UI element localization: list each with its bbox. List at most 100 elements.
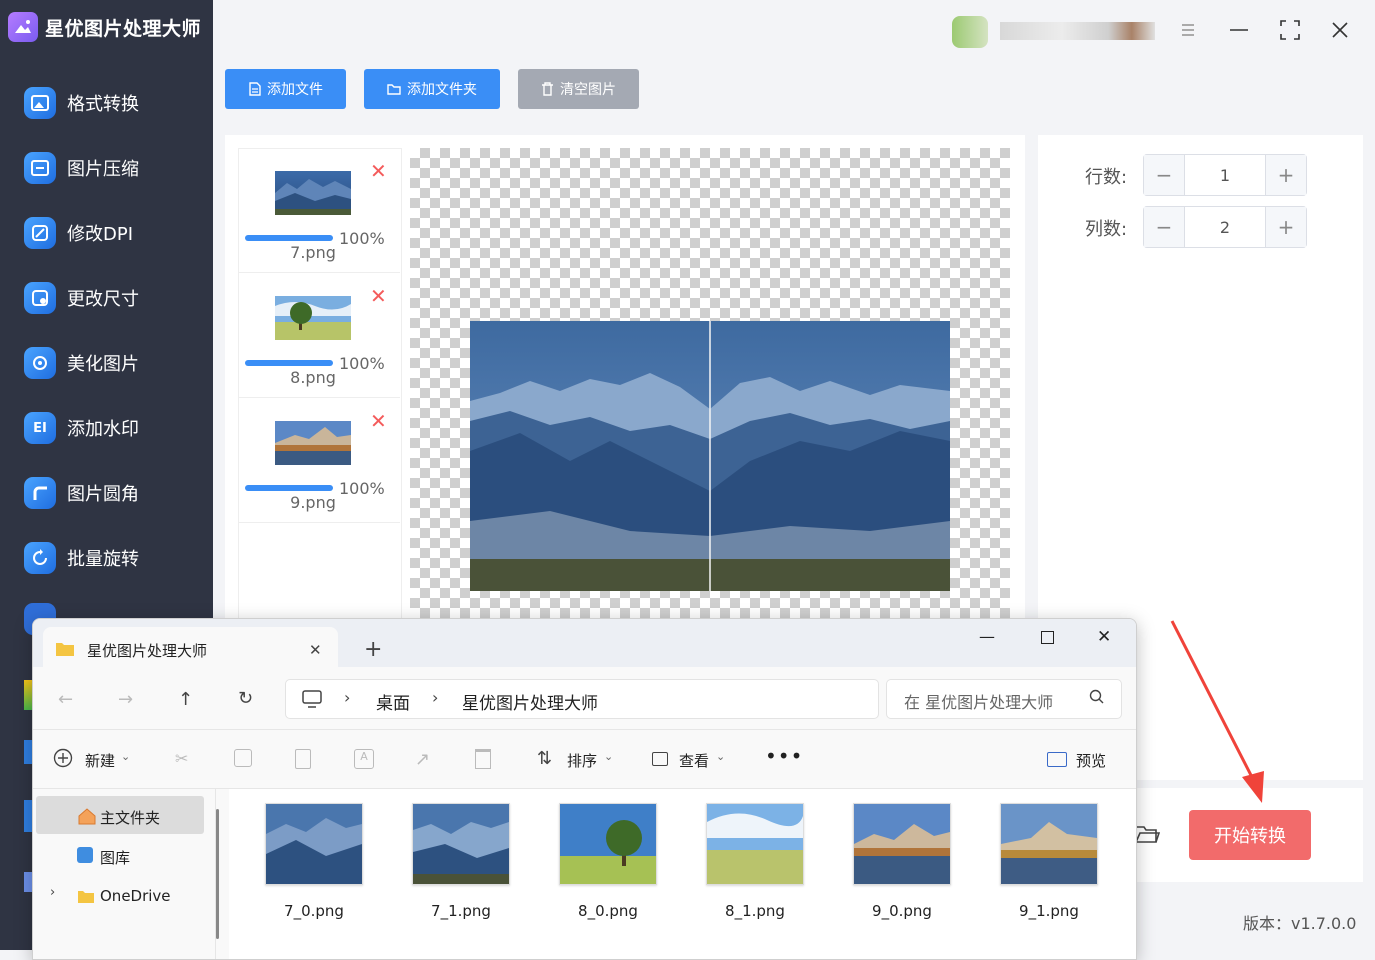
tab-close-icon[interactable]: ✕	[309, 641, 322, 659]
clear-images-button[interactable]: 清空图片	[518, 69, 639, 109]
refresh-icon[interactable]: ↻	[238, 688, 253, 709]
file-tile[interactable]: 9_1.png	[1000, 803, 1098, 920]
rows-increment-button[interactable]: +	[1266, 155, 1306, 195]
command-bar: 新建 ⌄ ✂ A ↗ ⇅ 排序 ⌄ 查看 ⌄ ••• 预览	[33, 729, 1136, 789]
round-corner-icon	[24, 477, 56, 509]
file-name: 7.png	[290, 243, 336, 262]
file-list-item[interactable]: ✕ 100% 7.png	[238, 149, 400, 273]
file-list-item[interactable]: ✕ 100% 8.png	[238, 274, 400, 398]
more-icon[interactable]: •••	[765, 744, 803, 768]
file-tile-name: 7_1.png	[431, 902, 491, 920]
chevron-right-icon[interactable]: ›	[50, 885, 55, 900]
file-list-item[interactable]: ✕ 100% 9.png	[238, 399, 400, 523]
minimize-icon[interactable]	[1227, 18, 1251, 42]
file-tile[interactable]: 9_0.png	[853, 803, 951, 920]
file-name: 8.png	[290, 368, 336, 387]
sidebar-item-watermark[interactable]: EI 添加水印	[24, 408, 139, 448]
app-title: 星优图片处理大师	[45, 17, 202, 40]
dpi-icon	[24, 217, 56, 249]
delete-icon[interactable]	[475, 749, 491, 769]
preview-button[interactable]: 预览	[1076, 750, 1106, 771]
home-icon	[77, 807, 97, 829]
sidebar-item-label: 修改DPI	[67, 224, 134, 245]
file-thumbnail	[706, 803, 804, 885]
gallery-icon	[77, 847, 93, 863]
rename-icon[interactable]: A	[354, 749, 374, 769]
search-input[interactable]: 在 星优图片处理大师	[886, 679, 1122, 719]
folder-icon	[77, 889, 95, 908]
rows-value[interactable]: 1	[1184, 155, 1266, 195]
remove-file-icon[interactable]: ✕	[370, 161, 387, 181]
close-icon[interactable]	[1328, 18, 1352, 42]
folder-icon	[387, 84, 401, 95]
explorer-close-icon[interactable]: ✕	[1097, 627, 1111, 647]
breadcrumb-desktop[interactable]: 桌面	[376, 689, 410, 714]
copy-icon[interactable]	[234, 749, 252, 767]
file-tile[interactable]: 8_1.png	[706, 803, 804, 920]
sidebar-item-dpi[interactable]: 修改DPI	[24, 213, 133, 253]
back-arrow-icon[interactable]: ←	[58, 689, 73, 710]
breadcrumb-folder[interactable]: 星优图片处理大师	[462, 689, 598, 714]
sidebar-item-round-corner[interactable]: 图片圆角	[24, 473, 139, 513]
sidebar-item-beautify[interactable]: 美化图片	[24, 343, 139, 383]
rows-label: 行数:	[1085, 167, 1128, 188]
sidebar-item-label: 格式转换	[67, 94, 139, 115]
sort-button[interactable]: 排序	[567, 750, 597, 771]
sort-icon: ⇅	[537, 748, 553, 769]
sidebar-item-rotate[interactable]: 批量旋转	[24, 538, 139, 578]
rotate-icon	[24, 542, 56, 574]
paste-icon[interactable]	[295, 749, 311, 769]
file-thumbnail	[853, 803, 951, 885]
file-tile[interactable]: 7_1.png	[412, 803, 510, 920]
version-label: 版本：v1.7.0.0	[1243, 914, 1357, 933]
cols-value[interactable]: 2	[1184, 207, 1266, 247]
file-tile[interactable]: 8_0.png	[559, 803, 657, 920]
sidebar-item-label: 美化图片	[67, 354, 139, 375]
start-convert-button[interactable]: 开始转换	[1189, 810, 1311, 860]
folder-icon	[55, 641, 75, 661]
add-folder-label: 添加文件夹	[407, 82, 477, 98]
remove-file-icon[interactable]: ✕	[370, 411, 387, 431]
progress-bar	[245, 360, 333, 366]
remove-file-icon[interactable]: ✕	[370, 286, 387, 306]
file-thumbnail	[265, 803, 363, 885]
forward-arrow-icon[interactable]: →	[118, 689, 133, 710]
nav-item-gallery[interactable]: 图库	[100, 847, 130, 868]
sidebar-item-label: 图片压缩	[67, 159, 139, 180]
nav-scrollbar[interactable]	[216, 809, 219, 939]
app-brand: 星优图片处理大师	[8, 12, 201, 42]
sidebar-item-label: 批量旋转	[67, 549, 139, 570]
username-blurred	[1000, 22, 1155, 40]
fullscreen-icon[interactable]	[1278, 18, 1302, 42]
cols-increment-button[interactable]: +	[1266, 207, 1306, 247]
new-button[interactable]: 新建	[85, 750, 115, 771]
open-folder-icon[interactable]	[1134, 823, 1161, 849]
new-tab-icon[interactable]: +	[364, 637, 382, 662]
nav-item-onedrive[interactable]: OneDrive	[100, 887, 171, 905]
menu-icon[interactable]	[1176, 18, 1200, 42]
address-bar[interactable]: › 桌面 › 星优图片处理大师	[285, 679, 879, 719]
rows-stepper[interactable]: − 1 +	[1143, 154, 1307, 196]
cols-decrement-button[interactable]: −	[1144, 207, 1184, 247]
sidebar-item-resize[interactable]: 更改尺寸	[24, 278, 139, 318]
avatar[interactable]	[952, 16, 988, 48]
file-grid: 7_0.png 7_1.png 8_0.png 8_1.png 9_0.png	[229, 789, 1136, 959]
explorer-maximize-icon[interactable]	[1041, 631, 1054, 644]
file-tile[interactable]: 7_0.png	[265, 803, 363, 920]
explorer-minimize-icon[interactable]: —	[979, 627, 995, 646]
cols-stepper[interactable]: − 2 +	[1143, 206, 1307, 248]
add-file-button[interactable]: 添加文件	[225, 69, 346, 109]
app-logo-icon	[8, 12, 38, 42]
add-folder-button[interactable]: 添加文件夹	[364, 69, 500, 109]
add-file-label: 添加文件	[267, 82, 323, 98]
up-arrow-icon[interactable]: ↑	[178, 689, 193, 710]
chevron-right-icon: ›	[344, 688, 351, 707]
rows-decrement-button[interactable]: −	[1144, 155, 1184, 195]
share-icon[interactable]: ↗	[415, 749, 430, 770]
view-button[interactable]: 查看	[679, 750, 709, 771]
clear-images-label: 清空图片	[560, 82, 616, 98]
sidebar-item-compress[interactable]: 图片压缩	[24, 148, 139, 188]
sidebar-item-format-convert[interactable]: 格式转换	[24, 83, 139, 123]
search-placeholder: 在 星优图片处理大师	[904, 693, 1054, 712]
cut-icon[interactable]: ✂	[175, 749, 188, 768]
